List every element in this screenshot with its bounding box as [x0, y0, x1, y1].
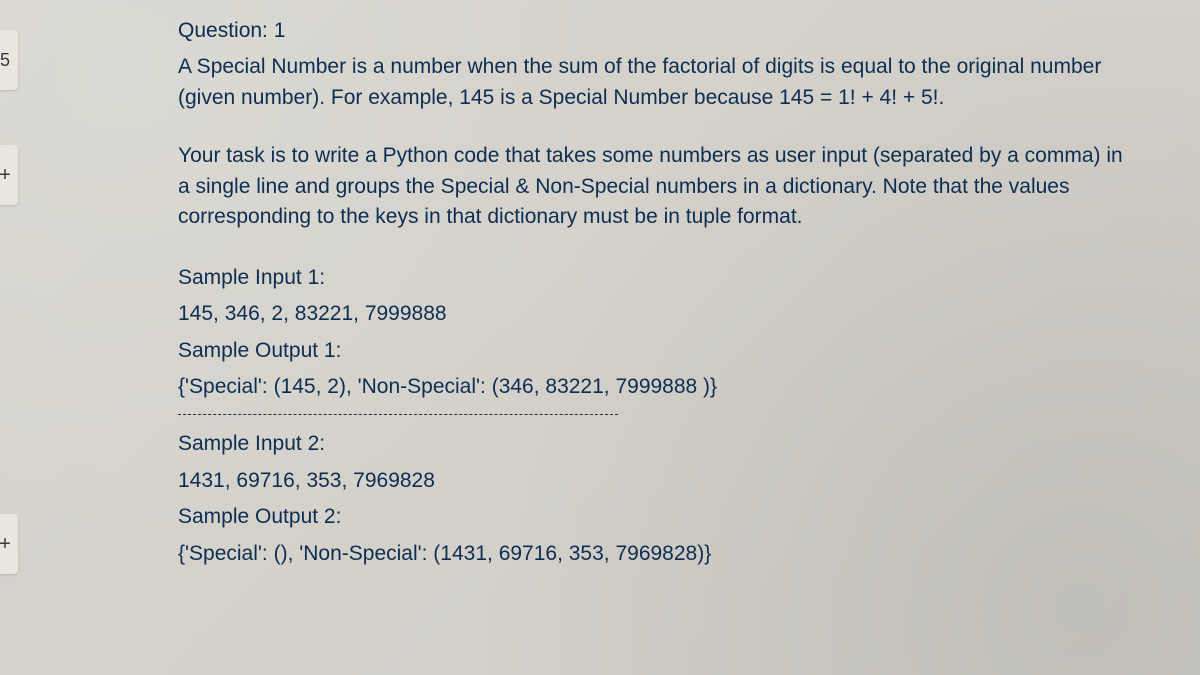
plus-icon: +	[0, 164, 11, 187]
tab-five[interactable]: 5	[0, 30, 18, 90]
sample-input-2-label: Sample Input 2:	[178, 429, 1140, 459]
left-sidebar: 5 + +	[0, 0, 30, 675]
sample-output-1-value: {'Special': (145, 2), 'Non-Special': (34…	[178, 372, 1140, 402]
tab-plus-lower[interactable]: +	[0, 514, 18, 574]
sample-input-1-value: 145, 346, 2, 83221, 7999888	[178, 299, 1140, 329]
plus-icon: +	[0, 533, 11, 556]
sample-output-1-label: Sample Output 1:	[178, 336, 1140, 366]
sample-divider	[178, 414, 618, 415]
tab-plus-upper[interactable]: +	[0, 145, 18, 205]
sample-input-1-label: Sample Input 1:	[178, 263, 1140, 293]
sample-output-2-value: {'Special': (), 'Non-Special': (1431, 69…	[178, 539, 1140, 569]
sample-input-2-value: 1431, 69716, 353, 7969828	[178, 466, 1140, 496]
tab-five-label: 5	[0, 50, 10, 71]
sample-output-2-label: Sample Output 2:	[178, 502, 1140, 532]
question-description-2: Your task is to write a Python code that…	[178, 141, 1140, 232]
question-description-1: A Special Number is a number when the su…	[178, 52, 1140, 113]
question-content: Question: 1 A Special Number is a number…	[0, 0, 1200, 595]
question-title: Question: 1	[178, 16, 1140, 46]
